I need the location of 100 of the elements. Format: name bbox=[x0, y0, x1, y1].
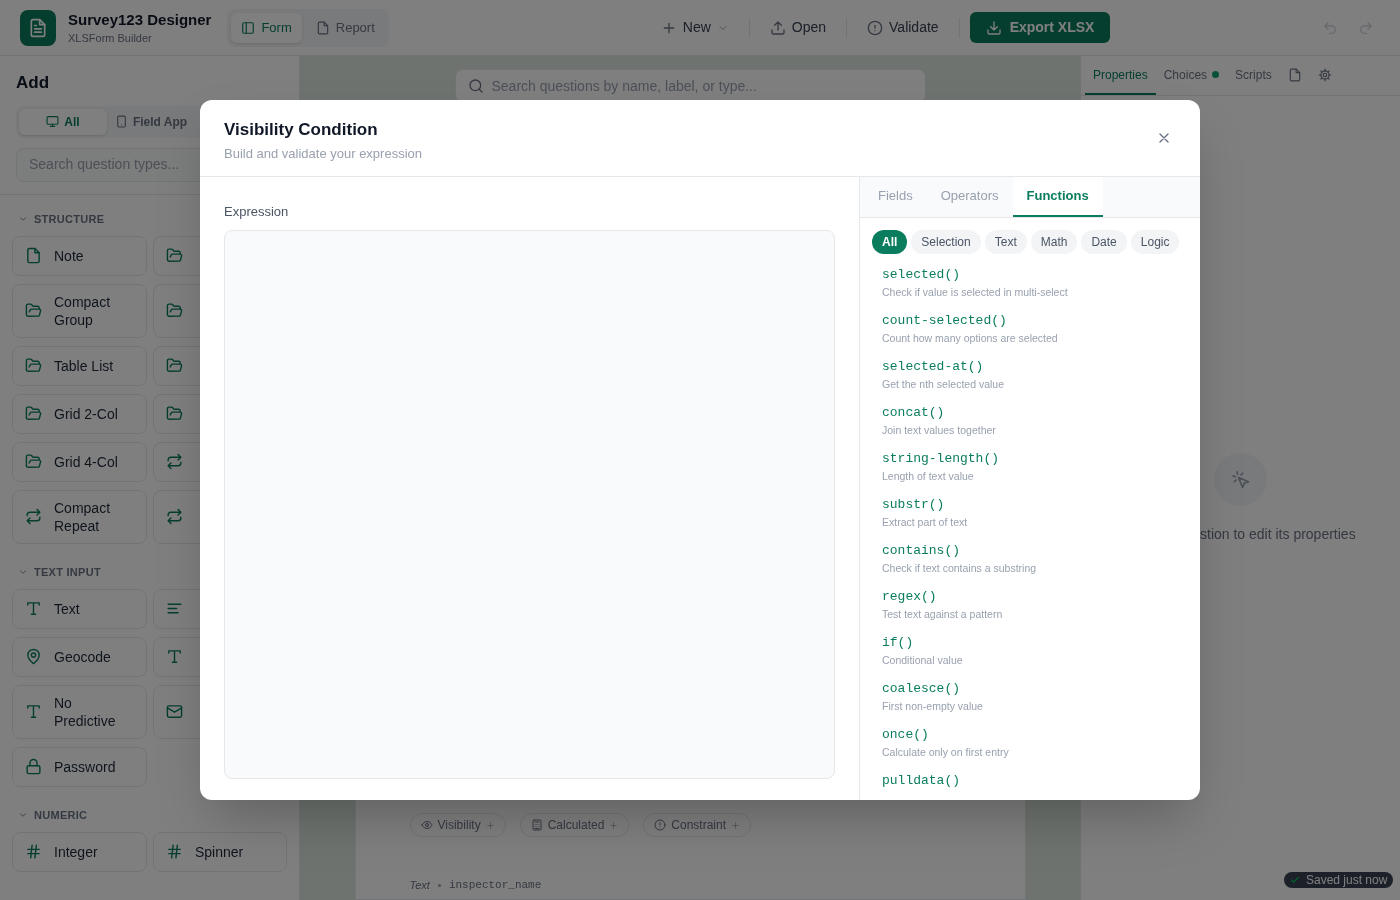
question-type-tile[interactable]: Grid 2-Col bbox=[12, 393, 147, 434]
expression-field[interactable] bbox=[224, 229, 835, 779]
plus-icon bbox=[485, 820, 495, 830]
repeat-icon bbox=[166, 453, 183, 470]
category-chip[interactable]: Date bbox=[1081, 230, 1127, 254]
panel-tab[interactable]: Choices bbox=[1155, 56, 1228, 95]
chevron-icon bbox=[18, 214, 28, 224]
function-name[interactable]: contains() bbox=[882, 542, 960, 560]
category-chip[interactable]: Logic bbox=[1130, 230, 1180, 254]
dialog-tab[interactable]: Operators bbox=[926, 177, 1013, 217]
check-icon bbox=[1290, 875, 1300, 885]
function-description: Get the nth selected value bbox=[882, 377, 1004, 392]
question-type-tile[interactable]: Integer bbox=[12, 831, 147, 872]
view-tab[interactable]: Report bbox=[305, 12, 385, 43]
repeat-icon bbox=[25, 508, 42, 525]
hash-icon bbox=[166, 843, 183, 860]
question-type-tile[interactable]: Compact Repeat bbox=[12, 489, 147, 544]
question-type-tile[interactable]: Note bbox=[12, 235, 147, 276]
document-icon bbox=[315, 20, 330, 35]
dialog-tab[interactable]: Functions bbox=[1012, 177, 1103, 217]
function-description: Join text values together bbox=[882, 423, 996, 438]
app-title: Survey123 Designer bbox=[68, 9, 212, 30]
function-name[interactable]: count-selected() bbox=[882, 312, 1007, 330]
function-name[interactable]: substr() bbox=[882, 496, 945, 514]
folder-icon bbox=[25, 302, 42, 319]
function-description: Check if text contains a substring bbox=[882, 561, 1037, 576]
upload-icon bbox=[769, 19, 786, 36]
category-chip[interactable]: Text bbox=[984, 230, 1027, 254]
text-icon bbox=[25, 703, 42, 720]
category-chip[interactable]: Selection bbox=[911, 230, 981, 254]
function-description: Test text against a pattern bbox=[882, 607, 1003, 622]
folder-icon bbox=[25, 357, 42, 374]
function-name[interactable]: pulldata() bbox=[882, 772, 960, 790]
pointer-click-icon bbox=[1230, 469, 1251, 490]
eye-icon bbox=[420, 819, 433, 831]
text-icon bbox=[25, 600, 42, 617]
function-name[interactable]: regex() bbox=[882, 588, 937, 606]
function-description: Length of text value bbox=[882, 469, 974, 484]
chevron-icon bbox=[18, 567, 28, 577]
function-description: Calculate only on first entry bbox=[882, 745, 1009, 760]
question-type-tile[interactable]: No Predictive bbox=[12, 684, 147, 739]
panel-tab[interactable]: Scripts bbox=[1227, 56, 1280, 95]
open-button[interactable]: Open bbox=[759, 12, 837, 43]
dialog-tab[interactable]: Fields bbox=[864, 177, 927, 217]
panel-tab[interactable]: Properties bbox=[1085, 56, 1156, 95]
function-name[interactable]: string-length() bbox=[882, 450, 1000, 468]
function-name[interactable]: coalesce() bbox=[882, 680, 960, 698]
question-type-tile[interactable]: Spinner bbox=[153, 831, 287, 872]
function-description: Extract part of text bbox=[882, 515, 968, 530]
repeat-icon bbox=[166, 508, 183, 525]
folder-icon bbox=[166, 302, 183, 319]
phone-icon bbox=[114, 115, 128, 128]
function-name[interactable]: selected-at() bbox=[882, 358, 984, 376]
category-chip[interactable]: All bbox=[872, 230, 908, 254]
monitor-icon bbox=[46, 115, 60, 128]
question-type-tile[interactable]: Password bbox=[12, 746, 147, 787]
question-type-tile[interactable]: Text bbox=[12, 588, 147, 629]
app-subtitle: XLSForm Builder bbox=[68, 30, 153, 46]
search-icon bbox=[467, 78, 484, 94]
category-chip[interactable]: Math bbox=[1030, 230, 1078, 254]
question-type-tile[interactable]: Grid 4-Col bbox=[12, 441, 147, 482]
validate-button[interactable]: Validate bbox=[857, 12, 949, 43]
function-name[interactable]: if() bbox=[882, 634, 914, 652]
platform-tab[interactable]: All bbox=[19, 108, 107, 135]
alert-circle-icon bbox=[654, 819, 667, 831]
platform-tab[interactable]: Field App bbox=[107, 108, 195, 135]
export-button[interactable]: Export XLSX bbox=[969, 12, 1111, 43]
layout-icon bbox=[241, 20, 256, 35]
section-header[interactable]: TEXT INPUT bbox=[12, 563, 287, 581]
chevron-icon bbox=[18, 810, 28, 820]
question-type-tile[interactable]: Geocode bbox=[12, 636, 147, 677]
dialog-title: Visibility Condition bbox=[224, 119, 379, 141]
lock-icon bbox=[25, 758, 42, 775]
section-header[interactable]: NUMERIC bbox=[12, 806, 287, 824]
question-type-tile[interactable]: Compact Group bbox=[12, 283, 147, 338]
alert-circle-icon bbox=[867, 19, 884, 36]
function-name[interactable]: selected() bbox=[882, 266, 960, 284]
new-menu-button[interactable]: New bbox=[650, 12, 739, 43]
empty-state-message: stion to edit its properties bbox=[1200, 525, 1357, 544]
folder-icon bbox=[25, 453, 42, 470]
text-icon bbox=[166, 648, 183, 665]
view-tab[interactable]: Form bbox=[231, 12, 302, 43]
function-name[interactable]: concat() bbox=[882, 404, 945, 422]
function-description: First non-empty value bbox=[882, 699, 983, 714]
plus-icon bbox=[609, 820, 619, 830]
folder-icon bbox=[166, 357, 183, 374]
document-icon bbox=[1287, 67, 1302, 82]
function-description: Conditional value bbox=[882, 653, 963, 668]
question-type-tile[interactable]: Table List bbox=[12, 345, 147, 386]
document-icon bbox=[25, 247, 42, 264]
save-toast: Saved just now bbox=[1284, 872, 1394, 888]
hash-icon bbox=[25, 843, 42, 860]
question-type: Text bbox=[409, 878, 430, 893]
map-pin-icon bbox=[25, 648, 42, 665]
panel-title: Add bbox=[16, 72, 51, 94]
folder-icon bbox=[25, 405, 42, 422]
folder-icon bbox=[166, 405, 183, 422]
field-label: Expression bbox=[224, 203, 290, 221]
function-name[interactable]: once() bbox=[882, 726, 929, 744]
mail-icon bbox=[166, 703, 183, 720]
